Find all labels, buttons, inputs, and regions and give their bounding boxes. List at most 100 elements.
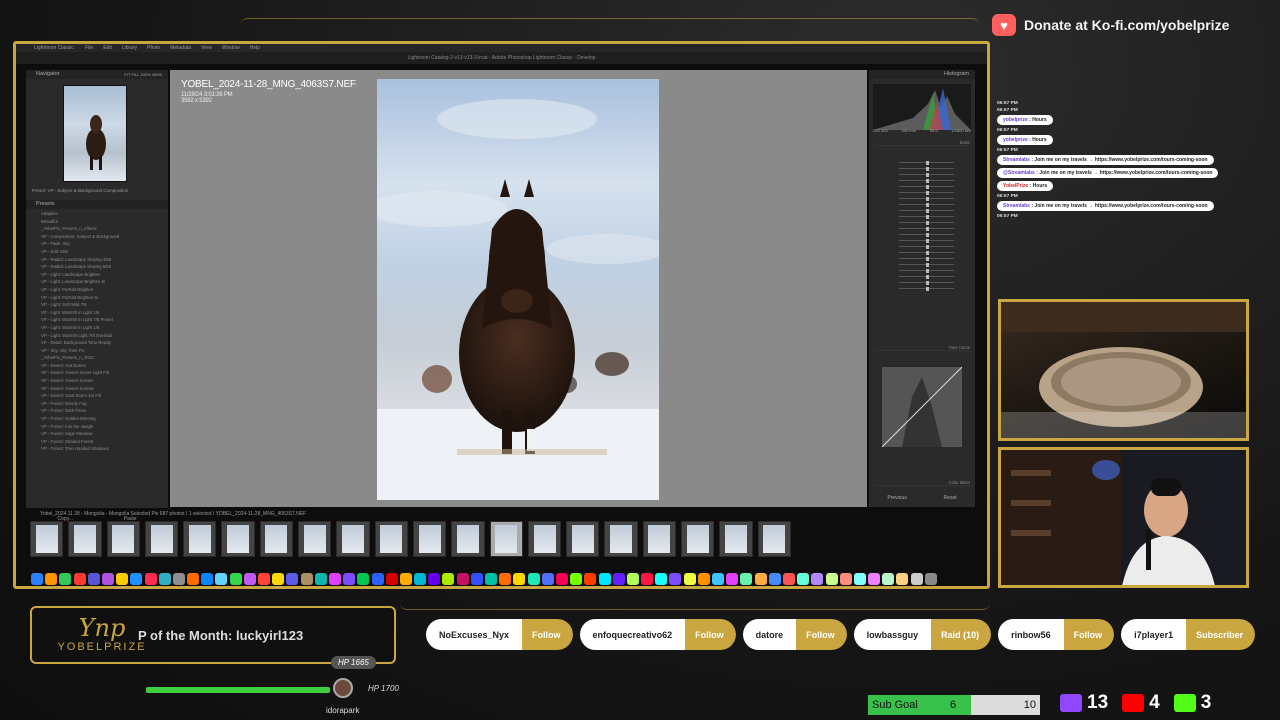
filmstrip-thumb[interactable] bbox=[221, 521, 255, 557]
filmstrip-thumb[interactable] bbox=[719, 521, 753, 557]
dock-app-icon[interactable] bbox=[314, 573, 327, 585]
slider-thumb[interactable] bbox=[926, 184, 929, 189]
filmstrip-thumb[interactable] bbox=[336, 521, 370, 557]
dock-app-icon[interactable] bbox=[726, 573, 739, 585]
tone-curve-header[interactable]: Tone Curve bbox=[874, 345, 970, 351]
filmstrip-thumb[interactable] bbox=[144, 521, 179, 557]
dock-app-icon[interactable] bbox=[839, 573, 852, 585]
dock-app-icon[interactable] bbox=[626, 573, 639, 585]
basic-slider[interactable] bbox=[874, 286, 970, 292]
tone-curve-graph[interactable] bbox=[881, 366, 963, 448]
filmstrip-thumb[interactable] bbox=[30, 521, 64, 557]
preset-item[interactable]: VP - Composition: Subject & Background bbox=[32, 233, 162, 241]
filmstrip-thumb[interactable] bbox=[259, 521, 294, 557]
dock-app-icon[interactable] bbox=[73, 573, 86, 585]
slider-thumb[interactable] bbox=[926, 166, 929, 171]
main-photo[interactable] bbox=[377, 79, 659, 500]
dock-app-icon[interactable] bbox=[286, 573, 299, 585]
dock-app-icon[interactable] bbox=[527, 573, 540, 585]
menu-item[interactable]: View bbox=[201, 45, 212, 51]
slider-thumb[interactable] bbox=[926, 256, 929, 261]
dock-app-icon[interactable] bbox=[541, 573, 554, 585]
dock-app-icon[interactable] bbox=[45, 573, 58, 585]
preset-item[interactable]: VP - Forest: Shaded Forest bbox=[32, 438, 162, 446]
slider-thumb[interactable] bbox=[926, 178, 929, 183]
slider-thumb[interactable] bbox=[926, 220, 929, 225]
filmstrip-thumb[interactable] bbox=[604, 521, 638, 557]
dock-app-icon[interactable] bbox=[485, 573, 497, 585]
chat-username[interactable]: yobelprize bbox=[1003, 137, 1028, 143]
dock-app-icon[interactable] bbox=[343, 573, 356, 585]
preset-item[interactable]: VP - Detail: Background Tone Ready bbox=[32, 339, 162, 347]
basic-header[interactable]: Basic bbox=[874, 140, 970, 146]
dock-app-icon[interactable] bbox=[712, 573, 724, 585]
preset-item[interactable]: VP - Forest: Into the Jungle bbox=[32, 423, 162, 431]
filmstrip-thumb[interactable] bbox=[566, 521, 600, 557]
dock-app-icon[interactable] bbox=[782, 573, 795, 585]
chat-username[interactable]: yobelprize bbox=[1003, 117, 1028, 123]
dock-app-icon[interactable] bbox=[811, 573, 824, 585]
menu-item[interactable]: Help bbox=[250, 45, 260, 51]
slider-thumb[interactable] bbox=[926, 262, 929, 267]
dock-app-icon[interactable] bbox=[215, 573, 228, 585]
presets-header[interactable]: Presets bbox=[26, 200, 168, 209]
dock-app-icon[interactable] bbox=[328, 573, 341, 585]
navigator-zoom[interactable]: FIT FILL 100% 400% bbox=[124, 70, 162, 79]
dock-app-icon[interactable] bbox=[187, 573, 200, 585]
dock-app-icon[interactable] bbox=[882, 573, 895, 585]
preset-item[interactable]: VP - Desert: Dust Storm 4/4 Fill bbox=[32, 392, 162, 400]
filmstrip-thumb[interactable] bbox=[451, 521, 485, 557]
slider-thumb[interactable] bbox=[926, 274, 929, 279]
dock-app-icon[interactable] bbox=[683, 573, 696, 585]
previous-button[interactable]: Previous bbox=[887, 495, 906, 501]
dock-app-icon[interactable] bbox=[144, 573, 157, 585]
dock-app-icon[interactable] bbox=[116, 573, 129, 585]
menu-item[interactable]: Edit bbox=[103, 45, 112, 51]
preset-item[interactable]: VP - Forest: Dark Pines bbox=[32, 407, 162, 415]
filmstrip-thumb[interactable] bbox=[106, 521, 140, 557]
slider-thumb[interactable] bbox=[926, 172, 929, 177]
dock-app-icon[interactable] bbox=[868, 573, 881, 585]
dock-app-icon[interactable] bbox=[825, 573, 838, 585]
dock-app-icon[interactable] bbox=[797, 573, 810, 585]
chat-username[interactable]: YobelPrize bbox=[1003, 183, 1028, 189]
filmstrip-thumb[interactable] bbox=[183, 521, 217, 557]
filmstrip-thumb[interactable] bbox=[757, 521, 791, 557]
slider-thumb[interactable] bbox=[926, 250, 929, 255]
preset-item[interactable]: VP - Light: Portrait Brighten 5/ bbox=[32, 294, 162, 302]
preset-item[interactable]: VP - Forest: Sage Meadow bbox=[32, 430, 162, 438]
donate-banner[interactable]: ♥ Donate at Ko-fi.com/yobelprize bbox=[992, 12, 1229, 38]
slider-thumb[interactable] bbox=[926, 280, 929, 285]
dock-app-icon[interactable] bbox=[853, 573, 866, 585]
menu-item[interactable]: File bbox=[85, 45, 93, 51]
dock-app-icon[interactable] bbox=[101, 573, 114, 585]
filmstrip-thumb[interactable] bbox=[412, 521, 447, 557]
preset-item[interactable]: Beautiful bbox=[32, 218, 162, 226]
chat-username[interactable]: @Streamlabs bbox=[1003, 170, 1035, 176]
preset-item[interactable]: VP - Light: Landscape Brighten bbox=[32, 271, 162, 279]
dock-app-icon[interactable] bbox=[414, 573, 427, 585]
dock-app-icon[interactable] bbox=[499, 573, 512, 585]
slider-thumb[interactable] bbox=[926, 238, 929, 243]
dock-app-icon[interactable] bbox=[201, 573, 214, 585]
preset-item[interactable]: VP - Light: Warmth in Light 1/8 bbox=[32, 324, 162, 332]
reset-button[interactable]: Reset bbox=[944, 495, 957, 501]
dock-app-icon[interactable] bbox=[669, 573, 682, 585]
slider-thumb[interactable] bbox=[926, 214, 929, 219]
preset-item[interactable]: VP - Light: Landscape Brighten 5/ bbox=[32, 278, 162, 286]
preset-item[interactable]: VP - Light: Portrait Brighten bbox=[32, 286, 162, 294]
dock-app-icon[interactable] bbox=[442, 573, 455, 585]
dock-app-icon[interactable] bbox=[740, 573, 753, 585]
dock-app-icon[interactable] bbox=[130, 573, 143, 585]
dock-app-icon[interactable] bbox=[87, 573, 100, 585]
dock-app-icon[interactable] bbox=[910, 573, 923, 585]
dock-app-icon[interactable] bbox=[470, 573, 483, 585]
histogram-header[interactable]: Histogram bbox=[869, 70, 975, 79]
dock-app-icon[interactable] bbox=[371, 573, 384, 585]
dock-app-icon[interactable] bbox=[655, 573, 668, 585]
dock-app-icon[interactable] bbox=[229, 573, 242, 585]
dock-app-icon[interactable] bbox=[513, 573, 526, 585]
preset-item[interactable]: VP - Sky: Sky Tone Fix bbox=[32, 347, 162, 355]
slider-thumb[interactable] bbox=[926, 160, 929, 165]
dock-app-icon[interactable] bbox=[158, 573, 171, 585]
